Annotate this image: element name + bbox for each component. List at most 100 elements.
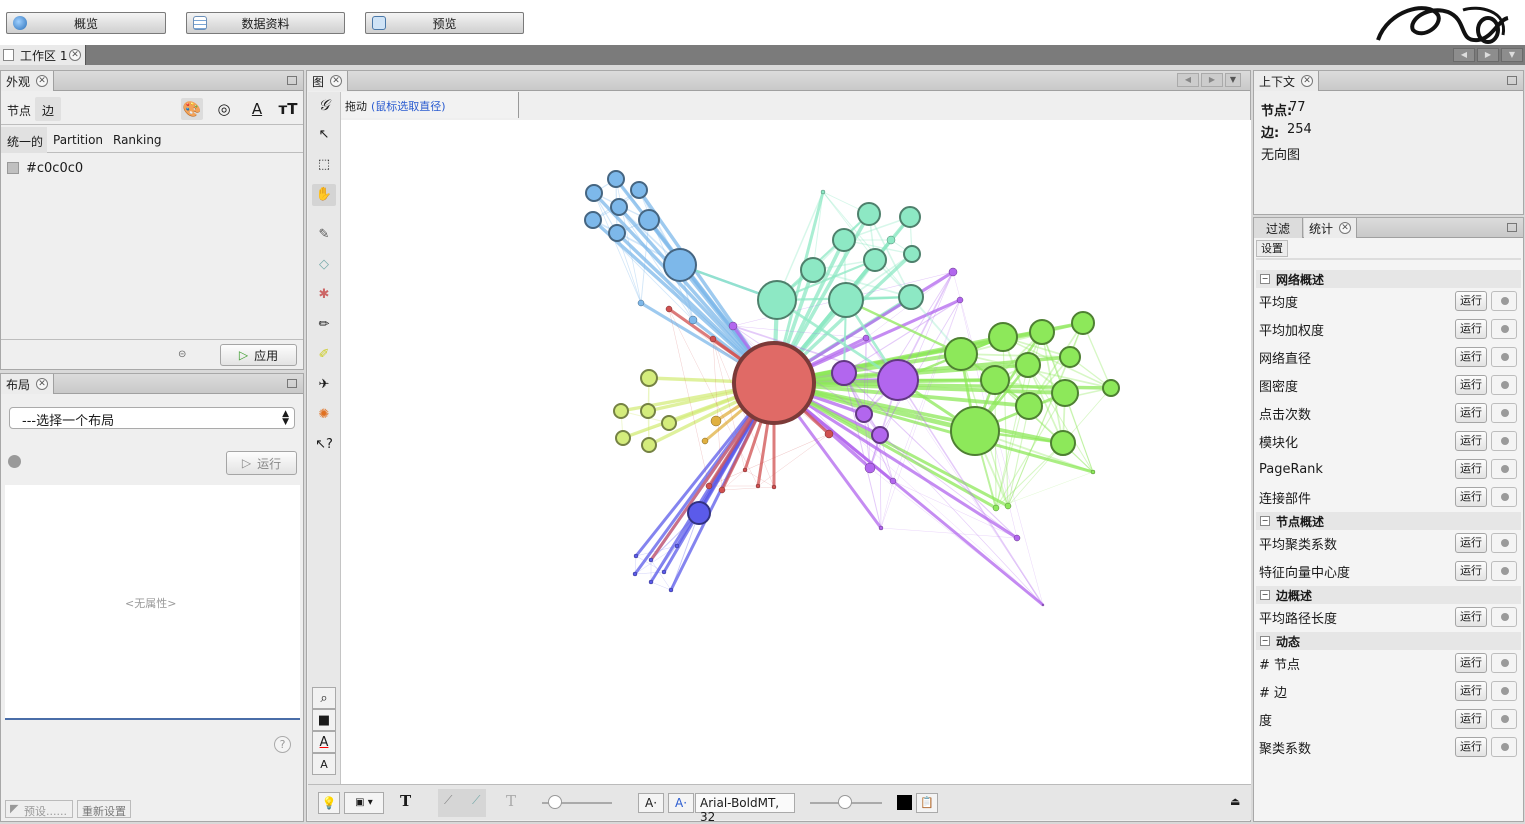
scroll-right-icon[interactable]: ▶ <box>1201 73 1223 87</box>
palette-icon[interactable]: 🎨 <box>181 98 203 120</box>
graph-node[interactable] <box>903 245 921 263</box>
stat-info-icon[interactable] <box>1491 533 1517 553</box>
minimize-icon[interactable] <box>1507 223 1517 232</box>
graph-node[interactable] <box>742 467 748 473</box>
graph-node[interactable] <box>1015 352 1041 378</box>
dropdown-icon[interactable]: ▼ <box>1225 73 1241 87</box>
graph-node[interactable] <box>701 437 709 445</box>
zoom-fit-icon[interactable]: ⌕ <box>312 687 336 709</box>
graph-node[interactable] <box>640 403 656 419</box>
link-icon[interactable]: ⊝ <box>178 349 186 360</box>
graph-node[interactable] <box>630 181 648 199</box>
graph-node[interactable] <box>1059 346 1081 368</box>
graph-node[interactable] <box>1004 502 1012 510</box>
shortest-path-icon[interactable]: ✈ <box>312 374 336 396</box>
stat-info-icon[interactable] <box>1491 709 1517 729</box>
graph-node[interactable] <box>948 267 958 277</box>
pointer-icon[interactable]: ↖ <box>312 124 336 146</box>
slider-thumb[interactable] <box>548 795 562 809</box>
scroll-left-icon[interactable]: ◀ <box>1177 73 1199 87</box>
stat-info-icon[interactable] <box>1491 291 1517 311</box>
tab-unique[interactable]: 统一的 <box>7 133 43 150</box>
stat-run-button[interactable]: 运行 <box>1455 319 1487 339</box>
tab-filters[interactable]: 过滤 <box>1254 218 1304 238</box>
drag-hand-icon[interactable]: ✋ <box>312 184 336 206</box>
background-color-icon[interactable]: ■ <box>312 709 336 731</box>
preview-button[interactable]: 预览 <box>365 12 524 34</box>
apply-button[interactable]: ▷ 应用 <box>220 344 297 366</box>
appearance-tab[interactable]: 外观 ✕ <box>1 71 55 91</box>
graph-node[interactable] <box>728 321 738 331</box>
graph-tab[interactable]: 图 ✕ <box>307 71 349 91</box>
graph-node[interactable] <box>661 569 667 575</box>
label-color-icon[interactable]: A <box>246 98 268 120</box>
stat-info-icon[interactable] <box>1491 607 1517 627</box>
clipboard-icon[interactable]: 📋 <box>916 793 938 813</box>
stat-run-button[interactable]: 运行 <box>1455 375 1487 395</box>
stat-run-button[interactable]: 运行 <box>1455 533 1487 553</box>
graph-node[interactable] <box>1071 311 1095 335</box>
graph-node[interactable] <box>1013 534 1021 542</box>
stat-info-icon[interactable] <box>1491 375 1517 395</box>
graph-node[interactable] <box>832 228 856 252</box>
graph-node[interactable] <box>950 406 1000 456</box>
graph-node[interactable] <box>1015 392 1043 420</box>
graph-node[interactable] <box>944 337 978 371</box>
color-swatch[interactable] <box>7 162 19 174</box>
collapse-icon[interactable]: − <box>1260 590 1270 600</box>
tab-statistics[interactable]: 统计 ✕ <box>1304 218 1358 238</box>
graph-node[interactable] <box>610 198 628 216</box>
graph-node[interactable] <box>871 426 889 444</box>
edge-icon[interactable]: ⟋ <box>444 793 452 808</box>
reset-button[interactable]: 重新设置 <box>77 800 131 818</box>
tab-edges[interactable]: 边 <box>42 102 54 119</box>
graph-node[interactable] <box>956 296 964 304</box>
graph-node[interactable] <box>828 282 864 318</box>
stat-info-icon[interactable] <box>1491 319 1517 339</box>
lightbulb-icon[interactable]: 💡 <box>318 792 340 814</box>
graph-canvas[interactable] <box>341 120 1251 784</box>
graph-node[interactable] <box>674 543 680 549</box>
layout-select[interactable]: ---选择一个布局 ▲ ▼ <box>9 407 295 429</box>
size-icon[interactable]: ◎ <box>213 98 235 120</box>
graph-node[interactable] <box>665 305 673 313</box>
graph-node[interactable] <box>1102 379 1120 397</box>
minimize-icon[interactable] <box>287 379 297 388</box>
stat-run-button[interactable]: 运行 <box>1455 737 1487 757</box>
tab-ranking[interactable]: Ranking <box>113 133 162 147</box>
graph-node[interactable] <box>584 211 602 229</box>
heat-map-icon[interactable]: ✺ <box>312 404 336 426</box>
diamond-icon[interactable]: ◇ <box>312 254 336 276</box>
graph-node[interactable] <box>661 415 677 431</box>
graph-node[interactable] <box>771 484 777 490</box>
stat-info-icon[interactable] <box>1491 653 1517 673</box>
expand-icon[interactable]: ⏏ <box>1230 795 1240 808</box>
stat-info-icon[interactable] <box>1491 431 1517 451</box>
graph-node[interactable] <box>718 486 726 494</box>
graph-node[interactable] <box>648 579 654 585</box>
graph-node[interactable] <box>640 369 658 387</box>
graph-node[interactable] <box>633 553 639 559</box>
data-laboratory-button[interactable]: 数据资料 <box>186 12 345 34</box>
show-labels-icon[interactable]: T <box>400 792 411 810</box>
collapse-icon[interactable]: − <box>1260 274 1270 284</box>
stats-section-header[interactable]: − 网络概述 <box>1256 270 1521 288</box>
graph-node[interactable] <box>863 248 887 272</box>
overview-button[interactable]: 概览 <box>6 12 166 34</box>
graph-node[interactable] <box>886 235 896 245</box>
edge-color-icon[interactable]: ⟋ <box>472 793 480 808</box>
workspace-tab[interactable]: 工作区 1 ✕ <box>0 45 86 65</box>
graph-node[interactable] <box>687 501 711 525</box>
stat-run-button[interactable]: 运行 <box>1455 291 1487 311</box>
graph-node[interactable] <box>688 315 698 325</box>
settings-button[interactable]: 设置 <box>1256 240 1288 257</box>
graph-node[interactable] <box>980 365 1010 395</box>
font-color-icon[interactable]: A· <box>668 793 694 813</box>
slider-thumb[interactable] <box>838 795 852 809</box>
graph-node[interactable] <box>820 189 826 195</box>
stat-run-button[interactable]: 运行 <box>1455 607 1487 627</box>
stat-run-button[interactable]: 运行 <box>1455 709 1487 729</box>
graph-node[interactable] <box>857 202 881 226</box>
close-icon[interactable]: ✕ <box>1339 222 1352 234</box>
graph-node[interactable] <box>1029 319 1055 345</box>
